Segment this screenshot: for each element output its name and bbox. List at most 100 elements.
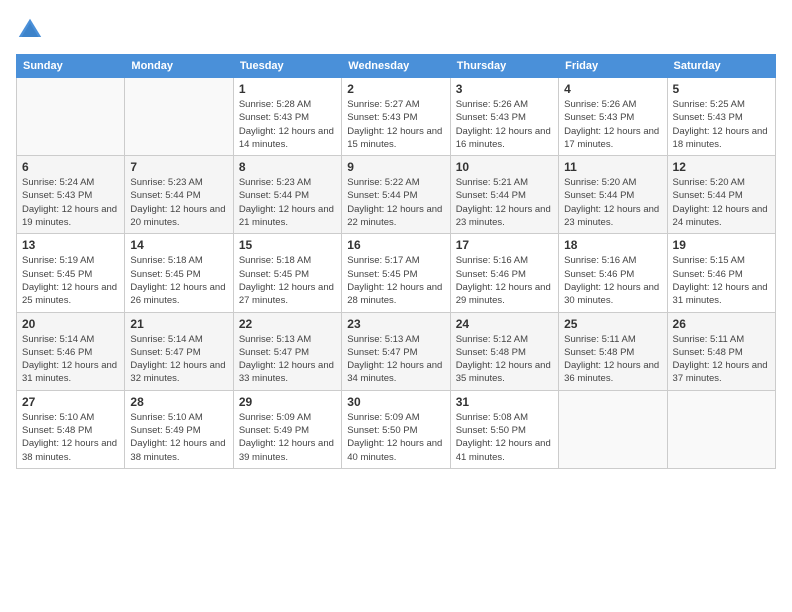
day-number: 31 — [456, 395, 553, 409]
day-info: Sunrise: 5:13 AMSunset: 5:47 PMDaylight:… — [239, 333, 336, 386]
day-info: Sunrise: 5:14 AMSunset: 5:46 PMDaylight:… — [22, 333, 119, 386]
calendar-cell: 2Sunrise: 5:27 AMSunset: 5:43 PMDaylight… — [342, 78, 450, 156]
day-number: 15 — [239, 238, 336, 252]
day-number: 5 — [673, 82, 770, 96]
calendar-cell: 6 Sunrise: 5:24 AMSunset: 5:43 PMDaylight… — [17, 156, 125, 234]
col-header-thursday: Thursday — [450, 55, 558, 78]
calendar-cell: 28 Sunrise: 5:10 AMSunset: 5:49 PMDayligh… — [125, 390, 233, 468]
calendar-cell: 5Sunrise: 5:25 AMSunset: 5:43 PMDaylight… — [667, 78, 775, 156]
day-number: 28 — [130, 395, 227, 409]
day-number: 14 — [130, 238, 227, 252]
day-info: Sunrise: 5:12 AMSunset: 5:48 PMDaylight:… — [456, 333, 553, 386]
day-number: 10 — [456, 160, 553, 174]
calendar-cell: 11 Sunrise: 5:20 AMSunset: 5:44 PMDayligh… — [559, 156, 667, 234]
day-number: 19 — [673, 238, 770, 252]
day-number: 6 — [22, 160, 119, 174]
page: SundayMondayTuesdayWednesdayThursdayFrid… — [0, 0, 792, 612]
calendar-cell: 15 Sunrise: 5:18 AMSunset: 5:45 PMDayligh… — [233, 234, 341, 312]
day-info: Sunrise: 5:09 AMSunset: 5:49 PMDaylight:… — [239, 411, 336, 464]
calendar-week-row: 6 Sunrise: 5:24 AMSunset: 5:43 PMDaylight… — [17, 156, 776, 234]
calendar-header-row: SundayMondayTuesdayWednesdayThursdayFrid… — [17, 55, 776, 78]
calendar-cell: 20 Sunrise: 5:14 AMSunset: 5:46 PMDayligh… — [17, 312, 125, 390]
header — [16, 16, 776, 44]
calendar-cell: 22 Sunrise: 5:13 AMSunset: 5:47 PMDayligh… — [233, 312, 341, 390]
calendar-cell: 25 Sunrise: 5:11 AMSunset: 5:48 PMDayligh… — [559, 312, 667, 390]
day-number: 20 — [22, 317, 119, 331]
day-number: 26 — [673, 317, 770, 331]
calendar-week-row: 13 Sunrise: 5:19 AMSunset: 5:45 PMDayligh… — [17, 234, 776, 312]
day-number: 29 — [239, 395, 336, 409]
calendar-cell: 8 Sunrise: 5:23 AMSunset: 5:44 PMDaylight… — [233, 156, 341, 234]
day-info: Sunrise: 5:22 AMSunset: 5:44 PMDaylight:… — [347, 176, 444, 229]
day-info: Sunrise: 5:20 AMSunset: 5:44 PMDaylight:… — [564, 176, 661, 229]
day-number: 25 — [564, 317, 661, 331]
calendar-cell: 27 Sunrise: 5:10 AMSunset: 5:48 PMDayligh… — [17, 390, 125, 468]
day-number: 24 — [456, 317, 553, 331]
col-header-saturday: Saturday — [667, 55, 775, 78]
col-header-wednesday: Wednesday — [342, 55, 450, 78]
calendar-week-row: 20 Sunrise: 5:14 AMSunset: 5:46 PMDayligh… — [17, 312, 776, 390]
day-info: Sunrise: 5:11 AMSunset: 5:48 PMDaylight:… — [564, 333, 661, 386]
col-header-tuesday: Tuesday — [233, 55, 341, 78]
calendar-cell: 31Sunrise: 5:08 AMSunset: 5:50 PMDayligh… — [450, 390, 558, 468]
calendar-table: SundayMondayTuesdayWednesdayThursdayFrid… — [16, 54, 776, 469]
day-number: 7 — [130, 160, 227, 174]
day-number: 4 — [564, 82, 661, 96]
day-number: 9 — [347, 160, 444, 174]
day-info: Sunrise: 5:16 AMSunset: 5:46 PMDaylight:… — [564, 254, 661, 307]
calendar-cell: 13 Sunrise: 5:19 AMSunset: 5:45 PMDayligh… — [17, 234, 125, 312]
calendar-cell: 9 Sunrise: 5:22 AMSunset: 5:44 PMDaylight… — [342, 156, 450, 234]
calendar-cell: 21Sunrise: 5:14 AMSunset: 5:47 PMDayligh… — [125, 312, 233, 390]
calendar-week-row: 1Sunrise: 5:28 AMSunset: 5:43 PMDaylight… — [17, 78, 776, 156]
day-info: Sunrise: 5:11 AMSunset: 5:48 PMDaylight:… — [673, 333, 770, 386]
calendar-cell: 18 Sunrise: 5:16 AMSunset: 5:46 PMDayligh… — [559, 234, 667, 312]
calendar-cell: 12 Sunrise: 5:20 AMSunset: 5:44 PMDayligh… — [667, 156, 775, 234]
calendar-cell: 24 Sunrise: 5:12 AMSunset: 5:48 PMDayligh… — [450, 312, 558, 390]
day-info: Sunrise: 5:21 AMSunset: 5:44 PMDaylight:… — [456, 176, 553, 229]
day-info: Sunrise: 5:20 AMSunset: 5:44 PMDaylight:… — [673, 176, 770, 229]
calendar-cell: 30 Sunrise: 5:09 AMSunset: 5:50 PMDayligh… — [342, 390, 450, 468]
day-number: 22 — [239, 317, 336, 331]
day-number: 27 — [22, 395, 119, 409]
day-number: 30 — [347, 395, 444, 409]
day-info: Sunrise: 5:15 AMSunset: 5:46 PMDaylight:… — [673, 254, 770, 307]
day-info: Sunrise: 5:10 AMSunset: 5:48 PMDaylight:… — [22, 411, 119, 464]
logo-icon — [16, 16, 44, 44]
calendar-cell: 3Sunrise: 5:26 AMSunset: 5:43 PMDaylight… — [450, 78, 558, 156]
day-info: Sunrise: 5:18 AMSunset: 5:45 PMDaylight:… — [239, 254, 336, 307]
day-number: 1 — [239, 82, 336, 96]
calendar-cell — [125, 78, 233, 156]
calendar-cell — [17, 78, 125, 156]
calendar-cell: 17Sunrise: 5:16 AMSunset: 5:46 PMDayligh… — [450, 234, 558, 312]
day-number: 8 — [239, 160, 336, 174]
day-info: Sunrise: 5:09 AMSunset: 5:50 PMDaylight:… — [347, 411, 444, 464]
calendar-cell: 29 Sunrise: 5:09 AMSunset: 5:49 PMDayligh… — [233, 390, 341, 468]
day-info: Sunrise: 5:24 AMSunset: 5:43 PMDaylight:… — [22, 176, 119, 229]
calendar-cell: 26 Sunrise: 5:11 AMSunset: 5:48 PMDayligh… — [667, 312, 775, 390]
calendar-cell: 19 Sunrise: 5:15 AMSunset: 5:46 PMDayligh… — [667, 234, 775, 312]
day-info: Sunrise: 5:17 AMSunset: 5:45 PMDaylight:… — [347, 254, 444, 307]
day-number: 13 — [22, 238, 119, 252]
day-number: 16 — [347, 238, 444, 252]
day-number: 2 — [347, 82, 444, 96]
day-info: Sunrise: 5:10 AMSunset: 5:49 PMDaylight:… — [130, 411, 227, 464]
calendar-cell: 1Sunrise: 5:28 AMSunset: 5:43 PMDaylight… — [233, 78, 341, 156]
calendar-cell: 14Sunrise: 5:18 AMSunset: 5:45 PMDayligh… — [125, 234, 233, 312]
day-number: 18 — [564, 238, 661, 252]
day-info: Sunrise: 5:16 AMSunset: 5:46 PMDaylight:… — [456, 254, 553, 307]
day-number: 12 — [673, 160, 770, 174]
day-number: 23 — [347, 317, 444, 331]
calendar-cell: 23Sunrise: 5:13 AMSunset: 5:47 PMDayligh… — [342, 312, 450, 390]
calendar-cell — [559, 390, 667, 468]
day-number: 3 — [456, 82, 553, 96]
calendar-cell: 4Sunrise: 5:26 AMSunset: 5:43 PMDaylight… — [559, 78, 667, 156]
calendar-cell — [667, 390, 775, 468]
day-info: Sunrise: 5:23 AMSunset: 5:44 PMDaylight:… — [239, 176, 336, 229]
day-number: 11 — [564, 160, 661, 174]
day-info: Sunrise: 5:19 AMSunset: 5:45 PMDaylight:… — [22, 254, 119, 307]
day-info: Sunrise: 5:23 AMSunset: 5:44 PMDaylight:… — [130, 176, 227, 229]
col-header-sunday: Sunday — [17, 55, 125, 78]
col-header-friday: Friday — [559, 55, 667, 78]
calendar-cell: 16 Sunrise: 5:17 AMSunset: 5:45 PMDayligh… — [342, 234, 450, 312]
col-header-monday: Monday — [125, 55, 233, 78]
